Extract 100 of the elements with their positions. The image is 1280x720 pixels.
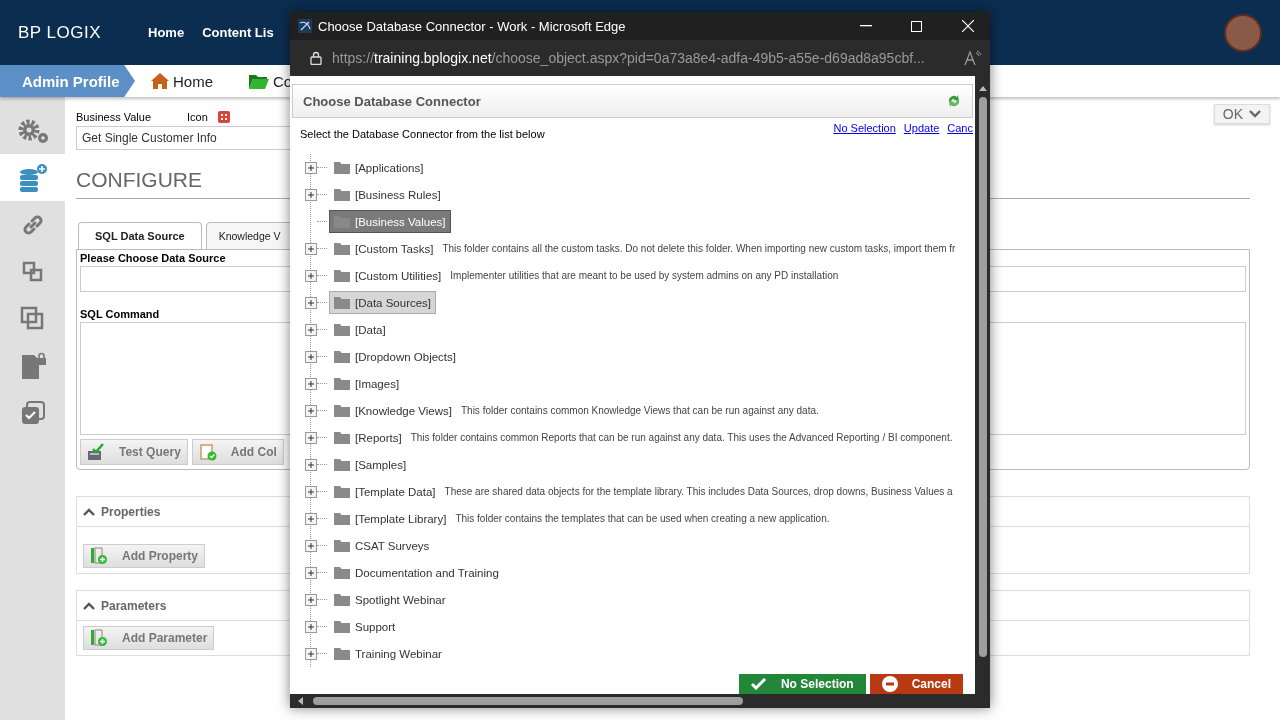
tree-node[interactable]: [Data]	[329, 318, 391, 341]
folder-icon	[334, 242, 350, 255]
tree-node[interactable]: Documentation and Training	[329, 561, 504, 584]
folder-description: This folder contains common Knowledge Views that can be run against any data.	[460, 405, 819, 416]
scroll-up-icon[interactable]	[978, 86, 987, 91]
minus-circle-icon	[881, 676, 898, 692]
folder-icon	[249, 73, 269, 89]
breadcrumb-link[interactable]: Home	[173, 72, 213, 90]
close-icon	[961, 20, 974, 32]
folder-description: This folder contains the templates that can be used when creating a new application.	[455, 513, 830, 524]
folder-description: This folder contains all the custom tasks. Do not delete this folder. When importing new custom tasks, import them fr	[442, 243, 956, 254]
scrollbar-thumb[interactable]	[313, 697, 743, 705]
toolbar-button[interactable]: Test Query	[80, 439, 188, 465]
nav-link[interactable]: Home	[148, 25, 185, 40]
database-plus-icon	[17, 162, 48, 193]
folder-icon	[334, 485, 350, 498]
expand-icon[interactable]	[305, 539, 317, 552]
folder-icon	[334, 431, 350, 444]
grid-icon[interactable]	[217, 111, 230, 123]
folder-icon	[334, 269, 350, 282]
tree-node[interactable]: [Images]	[329, 372, 405, 395]
tree-node[interactable]: [Template Library]	[329, 507, 452, 530]
expand-icon[interactable]	[305, 350, 317, 363]
tree-node[interactable]: [Business Values]	[329, 210, 451, 233]
folder-icon	[334, 350, 350, 363]
tree-node[interactable]: Spotlight Webinar	[329, 588, 451, 611]
dialog-button[interactable]: Cancel	[869, 674, 963, 694]
expand-icon[interactable]	[305, 323, 317, 336]
nav-link[interactable]: Content Lis	[202, 25, 274, 40]
section-title: Parameters	[101, 598, 167, 613]
folder-icon	[334, 620, 350, 633]
folder-icon	[334, 377, 350, 390]
checkmark-icon	[750, 678, 767, 690]
checkbox-icon	[19, 399, 46, 426]
refresh-icon[interactable]	[946, 93, 962, 109]
expand-icon[interactable]	[305, 431, 317, 444]
tree-node[interactable]: [Data Sources]	[329, 291, 437, 314]
avatar[interactable]	[1224, 13, 1262, 52]
field-label: Business Value	[76, 111, 152, 123]
tree-node[interactable]: CSAT Surveys	[329, 534, 435, 557]
browser-icon	[298, 19, 312, 33]
chevron-up-icon[interactable]	[83, 507, 95, 516]
expand-icon[interactable]	[305, 647, 317, 660]
expand-icon[interactable]	[305, 377, 317, 390]
overlapping-squares-icon	[19, 305, 46, 332]
logo[interactable]: BP LOGIX	[18, 22, 148, 43]
chevron-up-icon[interactable]	[83, 601, 95, 610]
expand-icon[interactable]	[305, 593, 317, 606]
tree-node[interactable]: [Template Data]	[329, 480, 441, 503]
add-button[interactable]: Add Property	[83, 544, 205, 568]
tree-node[interactable]: Training Webinar	[329, 642, 447, 665]
expand-icon[interactable]	[305, 566, 317, 579]
lock-icon[interactable]	[310, 51, 322, 65]
squares-icon	[21, 260, 44, 283]
toolbar-button[interactable]: Add Col	[191, 439, 284, 465]
folder-description: This folder contains common Reports that can be run against any data. This uses the Advanced Reporting / BI component.	[410, 432, 953, 443]
link-icon	[20, 212, 45, 237]
folder-icon	[334, 593, 350, 606]
folder-icon	[334, 647, 350, 660]
sidebar-item[interactable]	[0, 154, 65, 201]
dialog-button[interactable]: No Selection	[738, 674, 866, 694]
tree-node[interactable]: [Samples]	[329, 453, 412, 476]
column-add-icon	[90, 629, 108, 647]
expand-icon[interactable]	[305, 458, 317, 471]
ok-button[interactable]: OK	[1213, 104, 1270, 124]
house-icon	[151, 73, 169, 89]
expand-icon[interactable]	[305, 269, 317, 282]
read-aloud-icon[interactable]	[964, 50, 982, 66]
tree-node[interactable]: Support	[329, 615, 401, 638]
clipboard-check-icon	[198, 443, 217, 461]
folder-icon	[334, 296, 350, 309]
scrollbar-thumb[interactable]	[978, 97, 987, 657]
expand-icon[interactable]	[305, 485, 317, 498]
expand-icon[interactable]	[305, 188, 317, 201]
tree-node[interactable]: [Custom Tasks]	[329, 237, 439, 260]
square-icon	[911, 20, 922, 32]
add-button[interactable]: Add Parameter	[83, 626, 215, 650]
folder-icon	[334, 458, 350, 471]
window-title: Choose Database Connector - Work - Microsoft Edge	[318, 18, 626, 34]
action-link[interactable]: Canc	[947, 122, 973, 134]
folder-icon	[334, 539, 350, 552]
dialog-title: Choose Database Connector	[303, 93, 481, 109]
scroll-left-icon[interactable]	[298, 697, 303, 705]
expand-icon[interactable]	[305, 296, 317, 309]
field-label: Icon	[187, 111, 208, 123]
field-label: SQL Command	[80, 308, 161, 320]
tree-node[interactable]: [Knowledge Views]	[329, 399, 457, 422]
tree-node[interactable]: [Dropdown Objects]	[329, 345, 461, 368]
expand-icon[interactable]	[305, 242, 317, 255]
expand-icon[interactable]	[305, 620, 317, 633]
tree-node[interactable]: [Custom Utilities]	[329, 264, 447, 287]
action-link[interactable]: Update	[903, 122, 940, 134]
folder-icon	[334, 404, 350, 417]
tab[interactable]: SQL Data Source	[78, 222, 202, 250]
action-link[interactable]: No Selection	[833, 122, 896, 134]
expand-icon[interactable]	[305, 404, 317, 417]
expand-icon[interactable]	[305, 512, 317, 525]
tree-node[interactable]: [Reports]	[329, 426, 407, 449]
expand-icon[interactable]	[305, 161, 317, 174]
section-title: Properties	[101, 504, 161, 519]
